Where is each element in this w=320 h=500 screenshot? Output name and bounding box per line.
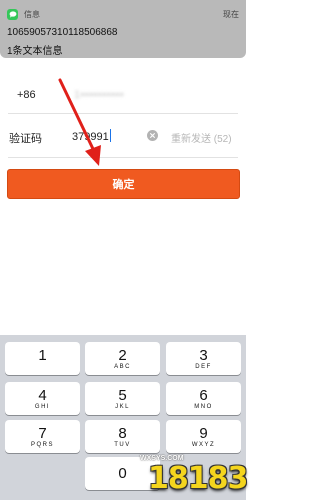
clear-x-icon[interactable] <box>147 130 158 141</box>
keypad-key-6[interactable]: 6 MNO <box>166 382 241 415</box>
divider <box>8 113 238 114</box>
notification-sender: 10659057310118506868 <box>7 27 118 38</box>
notification-time: 现在 <box>223 10 239 19</box>
confirm-button[interactable]: 确定 <box>7 169 240 199</box>
phone-number-field[interactable]: 1•••••••••• <box>74 89 124 101</box>
verification-code-value: 379991 <box>72 131 109 143</box>
notification-header: 信息 <box>7 8 40 20</box>
divider <box>8 157 238 158</box>
notification-app-name: 信息 <box>24 9 40 19</box>
watermark-logo-text: 18183 <box>148 461 248 496</box>
keypad-key-9[interactable]: 9 WXYZ <box>166 420 241 453</box>
phone-row: +86 1•••••••••• <box>0 75 246 115</box>
text-caret <box>109 129 111 142</box>
verification-code-row: 验证码 379991 重新发送 (52) <box>0 117 246 157</box>
keypad-key-5[interactable]: 5 JKL <box>85 382 160 415</box>
keypad-key-1[interactable]: 1 <box>5 342 80 375</box>
keypad-key-7[interactable]: 7 PQRS <box>5 420 80 453</box>
site-watermark-logo: WXSYS.COM 18183 <box>140 455 248 500</box>
message-notification[interactable]: 信息 现在 10659057310118506868 1条文本信息 <box>0 0 246 58</box>
verification-code-label: 验证码 <box>9 133 42 145</box>
keypad-key-4[interactable]: 4 GHI <box>5 382 80 415</box>
country-code-selector[interactable]: +86 <box>17 89 36 101</box>
message-bubble-icon <box>7 8 18 20</box>
keypad-key-8[interactable]: 8 TUV <box>85 420 160 453</box>
verification-code-input[interactable]: 379991 <box>72 129 111 143</box>
keypad-key-3[interactable]: 3 DEF <box>166 342 241 375</box>
keypad-key-2[interactable]: 2 ABC <box>85 342 160 375</box>
notification-body: 1条文本信息 <box>7 46 63 57</box>
resend-code-button[interactable]: 重新发送 (52) <box>171 130 232 145</box>
